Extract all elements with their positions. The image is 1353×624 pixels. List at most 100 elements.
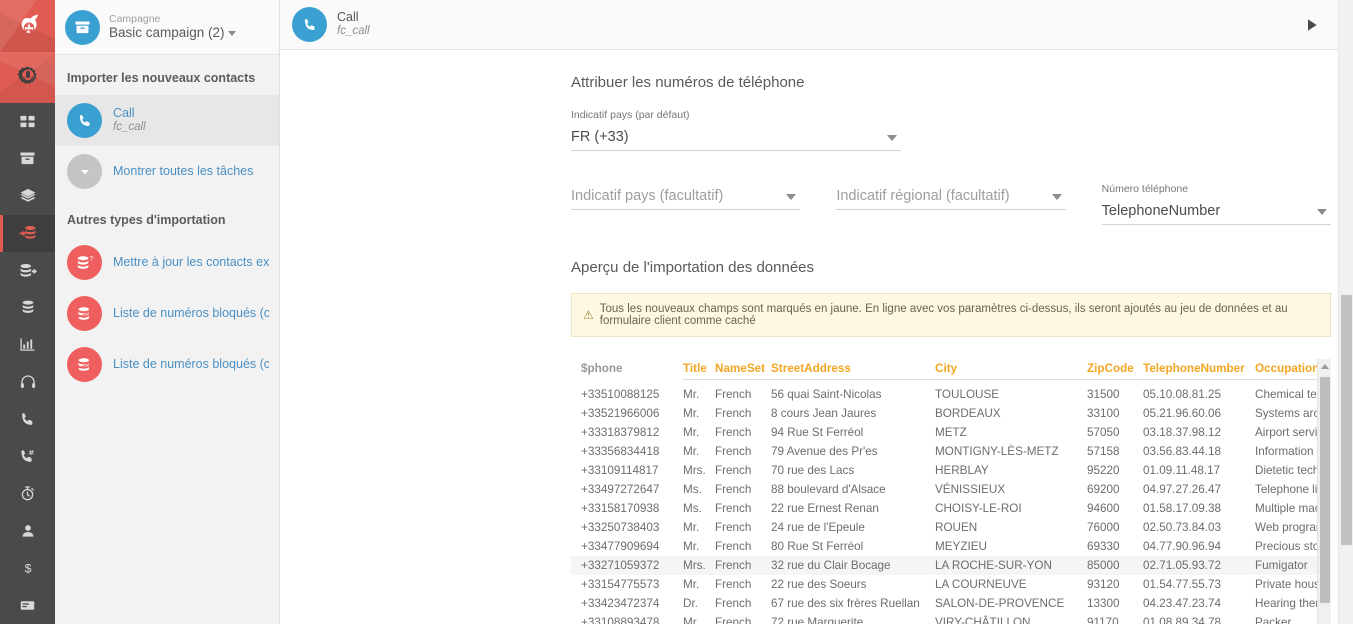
- sidebar-item-call[interactable]: Call fc_call: [55, 95, 279, 146]
- app-logo[interactable]: [0, 0, 55, 53]
- headset-icon: [20, 375, 35, 389]
- settings-brand-icon[interactable]: [0, 52, 55, 104]
- column-header-title[interactable]: Title: [683, 359, 715, 385]
- play-icon: [1308, 18, 1317, 31]
- chevron-down-icon: [786, 194, 797, 200]
- rail-item-scheduling[interactable]: [0, 475, 55, 512]
- cell-phone: +33158170938: [581, 502, 660, 515]
- cell-city: BORDEAUX: [935, 407, 1001, 420]
- dashboard-grid-icon: [20, 115, 35, 128]
- table-row[interactable]: +33510088125 Mr. French 56 quai Saint-Nicol…: [571, 385, 1331, 404]
- table-vertical-scrollbar[interactable]: [1317, 359, 1331, 624]
- phone-number-select[interactable]: TelephoneNumber: [1101, 198, 1331, 225]
- icon-rail: $: [0, 0, 55, 624]
- rail-item-database[interactable]: [0, 289, 55, 326]
- form-list-icon: [20, 601, 35, 610]
- stopwatch-icon: [21, 486, 34, 501]
- table-row[interactable]: +33154775573 Mr. French 22 rue des Soeurs LA…: [571, 575, 1331, 594]
- column-header-zip[interactable]: ZipCode: [1087, 359, 1143, 385]
- phone-number-icon: [21, 450, 34, 462]
- column-header-nameset[interactable]: NameSet: [715, 359, 771, 385]
- sidebar-item-blocked-campaign[interactable]: Liste de numéros bloqués (cam...: [55, 288, 279, 339]
- column-header-city[interactable]: City: [935, 359, 1087, 385]
- rail-item-archive[interactable]: [0, 140, 55, 177]
- rail-item-layers[interactable]: [0, 177, 55, 214]
- archive-box-icon: [75, 20, 90, 33]
- cell-city: MONTIGNY-LÈS-METZ: [935, 445, 1059, 458]
- campaign-name: Basic campaign (2): [109, 25, 236, 41]
- rail-item-data-import[interactable]: [0, 214, 55, 253]
- sidebar-item-blocked-campaign-label: Liste de numéros bloqués (cam...: [113, 306, 269, 320]
- cell-tel: 01.09.11.48.17: [1143, 464, 1221, 477]
- rail-item-dashboard[interactable]: [0, 103, 55, 140]
- cell-nameset: French: [715, 483, 752, 496]
- svg-text:?: ?: [89, 255, 93, 262]
- table-body: +33510088125 Mr. French 56 quai Saint-Nicol…: [571, 385, 1331, 624]
- cell-zip: 69330: [1087, 540, 1120, 553]
- region-code-select[interactable]: Indicatif régional (facultatif): [836, 183, 1066, 210]
- campaign-sidebar: Campagne Basic campaign (2) Importer les…: [55, 0, 280, 624]
- cell-nameset: French: [715, 540, 752, 553]
- cell-tel: 01.54.77.55.73: [1143, 578, 1221, 591]
- table-row[interactable]: +33250738403 Mr. French 24 rue de l'Epeule R…: [571, 518, 1331, 537]
- comet-logo-icon: [21, 14, 38, 34]
- next-step-button[interactable]: [1299, 12, 1325, 38]
- cell-street: 88 boulevard d'Alsace: [771, 483, 886, 496]
- rail-item-phone-numbers[interactable]: [0, 438, 55, 475]
- column-header-street[interactable]: StreetAddress: [771, 359, 935, 385]
- sidebar-item-show-all-tasks[interactable]: Montrer toutes les tâches: [55, 146, 279, 197]
- cell-tel: 04.97.27.26.47: [1143, 483, 1221, 496]
- region-code-placeholder: Indicatif régional (facultatif): [836, 188, 1010, 204]
- rail-item-billing[interactable]: $: [0, 550, 55, 587]
- cell-title: Dr.: [683, 597, 698, 610]
- new-fields-warning: ⚠ Tous les nouveaux champs sont marqués …: [571, 293, 1331, 337]
- new-fields-warning-text: Tous les nouveaux champs sont marqués en…: [599, 303, 1288, 327]
- table-row[interactable]: +33318379812 Mr. French 94 Rue St Ferréol ME…: [571, 423, 1331, 442]
- table-row[interactable]: +33477909694 Mr. French 80 Rue St Ferréol ME…: [571, 537, 1331, 556]
- country-code-optional-select[interactable]: Indicatif pays (facultatif): [571, 183, 801, 210]
- cell-street: 94 Rue St Ferréol: [771, 426, 864, 439]
- table-row[interactable]: +33521966006 Mr. French 8 cours Jean Jaures…: [571, 404, 1331, 423]
- cell-phone: +33497272647: [581, 483, 660, 496]
- rail-item-agents[interactable]: [0, 364, 55, 401]
- scrollbar-thumb[interactable]: [1320, 377, 1330, 603]
- table-row[interactable]: +33356834418 Mr. French 79 Avenue des Pr'es…: [571, 442, 1331, 461]
- rail-item-reports[interactable]: [0, 326, 55, 363]
- country-code-default-select[interactable]: FR (+33): [571, 124, 901, 151]
- page-scrollbar-thumb[interactable]: [1341, 295, 1352, 545]
- campaign-selector[interactable]: Campagne Basic campaign (2): [55, 0, 279, 55]
- phone-number-field: Número téléphone TelephoneNumber: [1101, 183, 1331, 225]
- sidebar-item-update-contacts[interactable]: ? Mettre à jour les contacts exista...: [55, 237, 279, 288]
- page-vertical-scrollbar[interactable]: [1338, 0, 1353, 624]
- phone-icon: [292, 7, 327, 42]
- table-row[interactable]: +33423472374 Dr. French 67 rue des six frèr…: [571, 594, 1331, 613]
- rail-item-users[interactable]: [0, 512, 55, 549]
- task-header: Call fc_call: [280, 0, 1353, 50]
- sidebar-item-call-title: Call: [113, 106, 135, 121]
- cell-street: 24 rue de l'Epeule: [771, 521, 865, 534]
- cell-nameset: French: [715, 578, 752, 591]
- column-header-tel[interactable]: TelephoneNumber: [1143, 359, 1255, 385]
- cell-street: 22 rue Ernest Renan: [771, 502, 879, 515]
- cell-tel: 04.23.47.23.74: [1143, 597, 1221, 610]
- rail-item-data-export[interactable]: [0, 252, 55, 289]
- sidebar-item-blocked-client[interactable]: Liste de numéros bloqués (client): [55, 339, 279, 390]
- cell-nameset: French: [715, 616, 752, 624]
- rail-item-calls[interactable]: [0, 401, 55, 438]
- table-row[interactable]: +33108893478 Mr. French 72 rue Marguerite VI…: [571, 613, 1331, 624]
- cell-street: 22 rue des Soeurs: [771, 578, 867, 591]
- scroll-up-button[interactable]: [1318, 359, 1331, 373]
- archive-box-icon: [20, 152, 35, 165]
- column-header-phone[interactable]: $phone: [571, 359, 683, 385]
- phone-assignment-form: Indicatif pays (par défaut) FR (+33) Ind…: [280, 109, 1353, 225]
- table-row[interactable]: +33497272647 Ms. French 88 boulevard d'Alsa…: [571, 480, 1331, 499]
- rail-item-forms[interactable]: [0, 587, 55, 624]
- cell-phone: +33109114817: [581, 464, 659, 477]
- section-other-imports: Autres types d'importation: [67, 213, 226, 227]
- table-row[interactable]: +33109114817 Mrs. French 70 rue des Lacs HER…: [571, 461, 1331, 480]
- cell-nameset: French: [715, 464, 752, 477]
- table-row[interactable]: +33158170938 Ms. French 22 rue Ernest Renan…: [571, 499, 1331, 518]
- cell-zip: 33100: [1087, 407, 1120, 420]
- cell-title: Mrs.: [683, 464, 706, 477]
- table-row[interactable]: +33271059372 Mrs. French 32 rue du Clair Bo…: [571, 556, 1331, 575]
